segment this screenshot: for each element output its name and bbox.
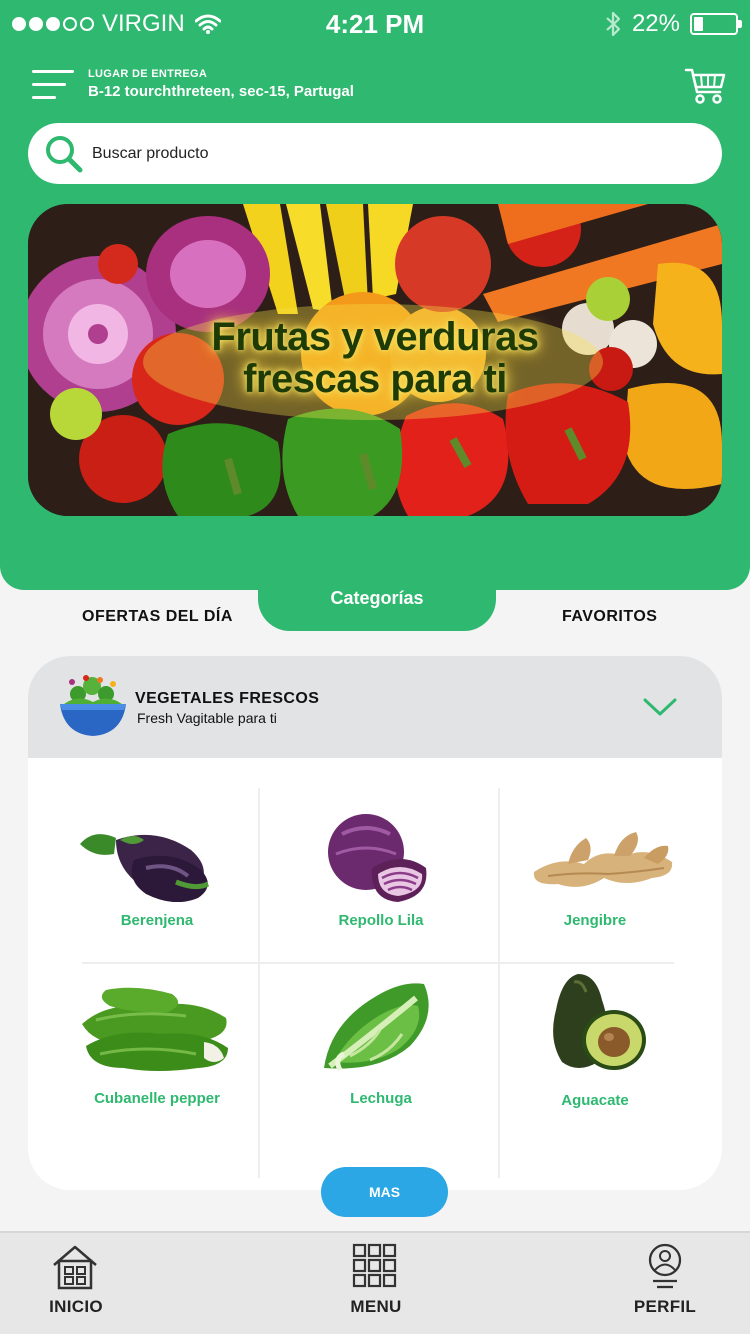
product-tile-aguacate[interactable]: Aguacate [480,970,710,1150]
green-pepper-icon [82,987,228,1071]
hamburger-menu-icon[interactable] [32,70,74,102]
product-tile-lechuga[interactable]: Lechuga [266,970,496,1150]
chevron-down-icon[interactable] [642,696,678,718]
profile-icon [648,1243,682,1289]
product-label: Lechuga [350,1090,412,1107]
red-cabbage-icon [328,814,427,902]
app-screen: VIRGIN 4:21 PM 22% LUGAR DE ENTREGA B-12 [0,0,750,1334]
status-bar: VIRGIN 4:21 PM 22% [0,0,750,50]
more-button[interactable]: MAS [321,1167,448,1217]
promo-banner[interactable]: Frutas y verduras frescas para ti [28,204,722,516]
search-bar[interactable] [28,123,722,184]
product-label: Repollo Lila [338,912,424,929]
battery-percent: 22% [631,10,680,37]
product-label: Berenjena [120,912,194,929]
banner-line-2: frescas para ti [243,357,507,401]
delivery-location[interactable]: LUGAR DE ENTREGA B-12 tourchthreteen, se… [88,68,354,100]
category-subtitle: Fresh Vagitable para ti [137,710,277,726]
avocado-icon [553,974,646,1070]
nav-perfil[interactable]: PERFIL [620,1233,710,1334]
grid-menu-icon [352,1243,397,1288]
product-label: Cubanelle pepper [94,1090,220,1107]
nav-label-inicio: INICIO [49,1297,103,1316]
bottom-navigation: INICIO MENU PERFIL [0,1231,750,1334]
category-header[interactable]: VEGETALES FRESCOS Fresh Vagitable para t… [28,656,722,758]
nav-menu[interactable]: MENU [326,1233,426,1334]
lettuce-icon [324,983,429,1072]
home-icon [53,1245,97,1290]
bluetooth-icon [606,11,621,37]
nav-label-perfil: PERFIL [633,1297,697,1316]
tab-favoritos[interactable]: FAVORITOS [562,608,657,626]
eggplant-icon [80,834,210,902]
search-input[interactable] [92,144,672,163]
category-grid: Berenjena Repollo Lila Jengibre Cubanell… [28,758,722,1190]
product-label: Jengibre [563,912,627,929]
tab-categorias[interactable]: Categorías [258,568,496,631]
delivery-address: B-12 tourchthreteen, sec-15, Partugal [88,83,354,100]
product-tile-cubanelle-pepper[interactable]: Cubanelle pepper [42,970,272,1150]
battery-icon [690,13,742,35]
nav-label-menu: MENU [350,1297,402,1316]
ginger-icon [533,832,673,887]
product-tile-berenjena[interactable]: Berenjena [42,798,272,968]
salad-bowl-icon [60,675,126,736]
category-title: VEGETALES FRESCOS [135,690,320,707]
delivery-label: LUGAR DE ENTREGA [88,68,208,80]
banner-headline: Frutas y verduras frescas para ti [28,316,722,400]
category-card: VEGETALES FRESCOS Fresh Vagitable para t… [28,656,722,1190]
banner-line-1: Frutas y verduras [211,315,539,359]
cart-icon[interactable] [684,66,726,106]
search-icon [46,135,83,172]
battery-level [694,17,703,31]
nav-inicio[interactable]: INICIO [28,1233,124,1334]
product-label: Aguacate [561,1092,629,1109]
product-tile-jengibre[interactable]: Jengibre [480,798,710,968]
tab-ofertas[interactable]: OFERTAS DEL DÍA [82,608,233,626]
status-right: 22% [604,10,742,38]
product-tile-repollo-lila[interactable]: Repollo Lila [266,798,496,968]
